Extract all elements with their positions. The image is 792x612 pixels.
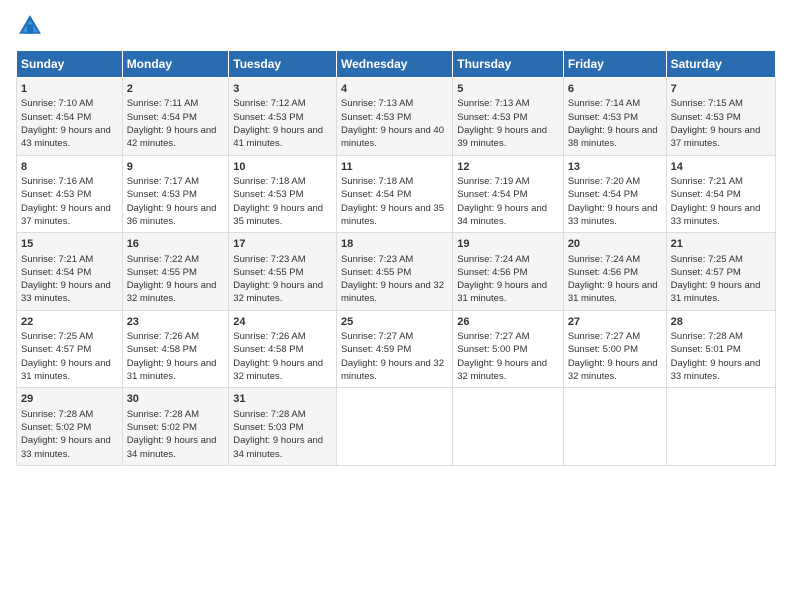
- day-number: 2: [127, 82, 225, 97]
- calendar-week-row: 29Sunrise: 7:28 AMSunset: 5:02 PMDayligh…: [17, 388, 776, 466]
- day-number: 20: [568, 237, 662, 252]
- calendar-cell: 23Sunrise: 7:26 AMSunset: 4:58 PMDayligh…: [122, 310, 229, 388]
- calendar-week-row: 22Sunrise: 7:25 AMSunset: 4:57 PMDayligh…: [17, 310, 776, 388]
- header-day: Tuesday: [229, 51, 337, 78]
- calendar-cell: [666, 388, 775, 466]
- calendar-cell: 22Sunrise: 7:25 AMSunset: 4:57 PMDayligh…: [17, 310, 123, 388]
- day-number: 22: [21, 315, 118, 330]
- day-number: 25: [341, 315, 448, 330]
- calendar-cell: [453, 388, 564, 466]
- logo-icon: [16, 12, 44, 40]
- day-number: 30: [127, 392, 225, 407]
- header-day: Wednesday: [337, 51, 453, 78]
- calendar-cell: [337, 388, 453, 466]
- header-day: Friday: [563, 51, 666, 78]
- calendar-cell: 30Sunrise: 7:28 AMSunset: 5:02 PMDayligh…: [122, 388, 229, 466]
- calendar-cell: 13Sunrise: 7:20 AMSunset: 4:54 PMDayligh…: [563, 155, 666, 233]
- calendar-cell: 14Sunrise: 7:21 AMSunset: 4:54 PMDayligh…: [666, 155, 775, 233]
- calendar-cell: 25Sunrise: 7:27 AMSunset: 4:59 PMDayligh…: [337, 310, 453, 388]
- calendar-cell: 3Sunrise: 7:12 AMSunset: 4:53 PMDaylight…: [229, 78, 337, 156]
- day-number: 6: [568, 82, 662, 97]
- header-day: Thursday: [453, 51, 564, 78]
- day-number: 21: [671, 237, 771, 252]
- calendar-cell: [563, 388, 666, 466]
- day-number: 5: [457, 82, 559, 97]
- page: SundayMondayTuesdayWednesdayThursdayFrid…: [0, 0, 792, 478]
- calendar-cell: 16Sunrise: 7:22 AMSunset: 4:55 PMDayligh…: [122, 233, 229, 311]
- calendar-table: SundayMondayTuesdayWednesdayThursdayFrid…: [16, 50, 776, 466]
- calendar-cell: 7Sunrise: 7:15 AMSunset: 4:53 PMDaylight…: [666, 78, 775, 156]
- calendar-cell: 17Sunrise: 7:23 AMSunset: 4:55 PMDayligh…: [229, 233, 337, 311]
- day-number: 23: [127, 315, 225, 330]
- day-number: 31: [233, 392, 332, 407]
- day-number: 15: [21, 237, 118, 252]
- calendar-cell: 18Sunrise: 7:23 AMSunset: 4:55 PMDayligh…: [337, 233, 453, 311]
- calendar-week-row: 1Sunrise: 7:10 AMSunset: 4:54 PMDaylight…: [17, 78, 776, 156]
- day-number: 12: [457, 160, 559, 175]
- header-row: SundayMondayTuesdayWednesdayThursdayFrid…: [17, 51, 776, 78]
- calendar-cell: 5Sunrise: 7:13 AMSunset: 4:53 PMDaylight…: [453, 78, 564, 156]
- day-number: 1: [21, 82, 118, 97]
- calendar-cell: 10Sunrise: 7:18 AMSunset: 4:53 PMDayligh…: [229, 155, 337, 233]
- day-number: 14: [671, 160, 771, 175]
- header: [16, 12, 776, 40]
- calendar-week-row: 15Sunrise: 7:21 AMSunset: 4:54 PMDayligh…: [17, 233, 776, 311]
- calendar-cell: 1Sunrise: 7:10 AMSunset: 4:54 PMDaylight…: [17, 78, 123, 156]
- day-number: 11: [341, 160, 448, 175]
- calendar-cell: 15Sunrise: 7:21 AMSunset: 4:54 PMDayligh…: [17, 233, 123, 311]
- day-number: 7: [671, 82, 771, 97]
- day-number: 10: [233, 160, 332, 175]
- calendar-cell: 8Sunrise: 7:16 AMSunset: 4:53 PMDaylight…: [17, 155, 123, 233]
- calendar-cell: 27Sunrise: 7:27 AMSunset: 5:00 PMDayligh…: [563, 310, 666, 388]
- day-number: 29: [21, 392, 118, 407]
- day-number: 13: [568, 160, 662, 175]
- calendar-cell: 2Sunrise: 7:11 AMSunset: 4:54 PMDaylight…: [122, 78, 229, 156]
- day-number: 8: [21, 160, 118, 175]
- calendar-cell: 29Sunrise: 7:28 AMSunset: 5:02 PMDayligh…: [17, 388, 123, 466]
- day-number: 3: [233, 82, 332, 97]
- day-number: 4: [341, 82, 448, 97]
- day-number: 17: [233, 237, 332, 252]
- calendar-cell: 11Sunrise: 7:18 AMSunset: 4:54 PMDayligh…: [337, 155, 453, 233]
- day-number: 9: [127, 160, 225, 175]
- calendar-cell: 26Sunrise: 7:27 AMSunset: 5:00 PMDayligh…: [453, 310, 564, 388]
- calendar-cell: 19Sunrise: 7:24 AMSunset: 4:56 PMDayligh…: [453, 233, 564, 311]
- day-number: 19: [457, 237, 559, 252]
- logo: [16, 12, 48, 40]
- calendar-cell: 24Sunrise: 7:26 AMSunset: 4:58 PMDayligh…: [229, 310, 337, 388]
- calendar-cell: 6Sunrise: 7:14 AMSunset: 4:53 PMDaylight…: [563, 78, 666, 156]
- calendar-cell: 4Sunrise: 7:13 AMSunset: 4:53 PMDaylight…: [337, 78, 453, 156]
- calendar-cell: 21Sunrise: 7:25 AMSunset: 4:57 PMDayligh…: [666, 233, 775, 311]
- header-day: Sunday: [17, 51, 123, 78]
- day-number: 27: [568, 315, 662, 330]
- day-number: 16: [127, 237, 225, 252]
- day-number: 26: [457, 315, 559, 330]
- header-day: Saturday: [666, 51, 775, 78]
- calendar-cell: 28Sunrise: 7:28 AMSunset: 5:01 PMDayligh…: [666, 310, 775, 388]
- header-day: Monday: [122, 51, 229, 78]
- calendar-cell: 12Sunrise: 7:19 AMSunset: 4:54 PMDayligh…: [453, 155, 564, 233]
- calendar-cell: 20Sunrise: 7:24 AMSunset: 4:56 PMDayligh…: [563, 233, 666, 311]
- day-number: 24: [233, 315, 332, 330]
- calendar-cell: 9Sunrise: 7:17 AMSunset: 4:53 PMDaylight…: [122, 155, 229, 233]
- calendar-cell: 31Sunrise: 7:28 AMSunset: 5:03 PMDayligh…: [229, 388, 337, 466]
- day-number: 28: [671, 315, 771, 330]
- day-number: 18: [341, 237, 448, 252]
- calendar-week-row: 8Sunrise: 7:16 AMSunset: 4:53 PMDaylight…: [17, 155, 776, 233]
